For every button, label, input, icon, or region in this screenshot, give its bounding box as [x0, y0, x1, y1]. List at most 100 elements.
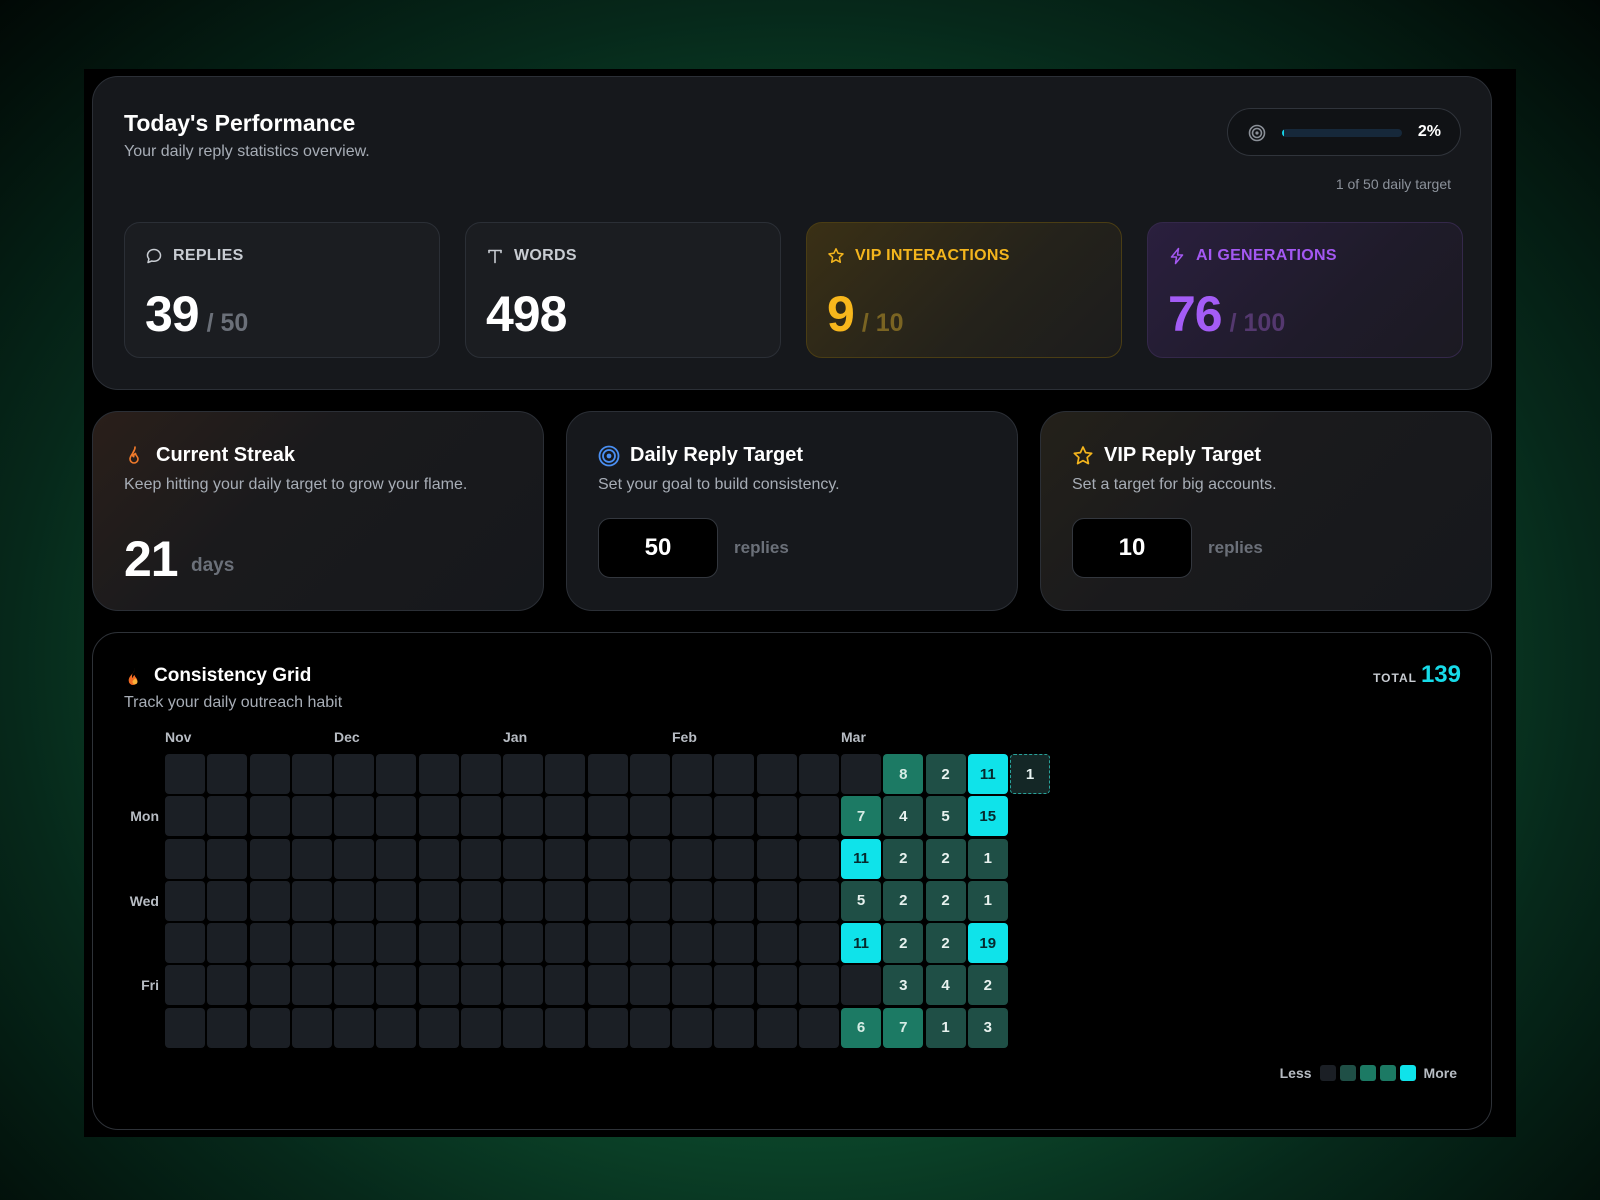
grid-day-cell[interactable] — [376, 796, 417, 837]
grid-day-cell[interactable] — [545, 923, 586, 963]
grid-day-cell[interactable] — [629, 754, 670, 794]
grid-day-cell[interactable] — [334, 1007, 374, 1048]
grid-day-cell[interactable] — [460, 1007, 501, 1048]
grid-day-cell[interactable] — [334, 880, 374, 921]
grid-day-cell[interactable] — [756, 1007, 797, 1048]
grid-day-cell[interactable]: 1 — [1010, 754, 1050, 794]
grid-day-cell[interactable] — [672, 965, 712, 1006]
grid-day-cell[interactable] — [714, 838, 755, 879]
grid-day-cell[interactable]: 11 — [841, 923, 881, 963]
grid-day-cell[interactable] — [587, 796, 628, 837]
grid-day-cell[interactable]: 2 — [883, 880, 924, 921]
grid-day-cell[interactable]: 8 — [883, 754, 924, 794]
grid-day-cell[interactable] — [587, 965, 628, 1006]
grid-day-cell[interactable] — [798, 796, 839, 837]
grid-day-cell[interactable]: 7 — [841, 796, 881, 837]
grid-day-cell[interactable] — [503, 1007, 543, 1048]
grid-day-cell[interactable] — [418, 796, 459, 837]
grid-day-cell[interactable] — [249, 880, 290, 921]
grid-day-cell[interactable] — [460, 880, 501, 921]
grid-day-cell[interactable] — [334, 838, 374, 879]
grid-day-cell[interactable] — [418, 754, 459, 794]
grid-day-cell[interactable] — [503, 796, 543, 837]
grid-day-cell[interactable]: 5 — [841, 880, 881, 921]
grid-day-cell[interactable]: 19 — [967, 923, 1008, 963]
grid-day-cell[interactable] — [249, 796, 290, 837]
grid-day-cell[interactable] — [629, 1007, 670, 1048]
grid-day-cell[interactable] — [418, 965, 459, 1006]
grid-day-cell[interactable] — [460, 923, 501, 963]
grid-day-cell[interactable] — [672, 1007, 712, 1048]
grid-day-cell[interactable] — [418, 923, 459, 963]
grid-day-cell[interactable] — [503, 880, 543, 921]
grid-day-cell[interactable]: 2 — [967, 965, 1008, 1006]
grid-day-cell[interactable] — [165, 923, 205, 963]
grid-day-cell[interactable] — [207, 796, 248, 837]
grid-day-cell[interactable] — [714, 754, 755, 794]
grid-day-cell[interactable] — [376, 923, 417, 963]
grid-day-cell[interactable] — [545, 796, 586, 837]
grid-day-cell[interactable] — [249, 923, 290, 963]
grid-day-cell[interactable] — [714, 923, 755, 963]
grid-day-cell[interactable] — [165, 965, 205, 1006]
grid-day-cell[interactable] — [291, 838, 332, 879]
grid-day-cell[interactable] — [629, 796, 670, 837]
grid-day-cell[interactable] — [587, 880, 628, 921]
grid-day-cell[interactable] — [249, 965, 290, 1006]
grid-day-cell[interactable] — [672, 754, 712, 794]
grid-day-cell[interactable]: 2 — [883, 838, 924, 879]
grid-day-cell[interactable] — [249, 838, 290, 879]
grid-day-cell[interactable] — [672, 923, 712, 963]
grid-day-cell[interactable]: 2 — [925, 754, 966, 794]
grid-day-cell[interactable] — [165, 880, 205, 921]
grid-day-cell[interactable] — [798, 965, 839, 1006]
grid-day-cell[interactable] — [798, 754, 839, 794]
grid-day-cell[interactable] — [418, 880, 459, 921]
grid-day-cell[interactable] — [798, 923, 839, 963]
grid-day-cell[interactable] — [207, 754, 248, 794]
grid-day-cell[interactable] — [207, 923, 248, 963]
grid-day-cell[interactable]: 2 — [925, 838, 966, 879]
grid-day-cell[interactable] — [165, 1007, 205, 1048]
grid-day-cell[interactable] — [672, 838, 712, 879]
grid-day-cell[interactable] — [629, 923, 670, 963]
grid-day-cell[interactable]: 3 — [967, 1007, 1008, 1048]
grid-day-cell[interactable] — [629, 880, 670, 921]
grid-day-cell[interactable]: 2 — [883, 923, 924, 963]
grid-day-cell[interactable] — [207, 880, 248, 921]
grid-day-cell[interactable]: 6 — [841, 1007, 881, 1048]
grid-day-cell[interactable] — [587, 754, 628, 794]
grid-day-cell[interactable] — [798, 1007, 839, 1048]
grid-day-cell[interactable]: 4 — [883, 796, 924, 837]
grid-day-cell[interactable]: 5 — [925, 796, 966, 837]
grid-day-cell[interactable] — [291, 880, 332, 921]
grid-day-cell[interactable] — [249, 1007, 290, 1048]
grid-day-cell[interactable] — [291, 923, 332, 963]
grid-day-cell[interactable]: 7 — [883, 1007, 924, 1048]
grid-day-cell[interactable] — [587, 1007, 628, 1048]
grid-day-cell[interactable]: 2 — [925, 923, 966, 963]
grid-day-cell[interactable] — [207, 1007, 248, 1048]
grid-day-cell[interactable] — [629, 965, 670, 1006]
grid-day-cell[interactable] — [503, 965, 543, 1006]
grid-day-cell[interactable] — [165, 754, 205, 794]
grid-day-cell[interactable] — [291, 1007, 332, 1048]
grid-day-cell[interactable] — [334, 965, 374, 1006]
grid-day-cell[interactable] — [714, 796, 755, 837]
grid-day-cell[interactable] — [756, 838, 797, 879]
grid-day-cell[interactable]: 1 — [925, 1007, 966, 1048]
grid-day-cell[interactable] — [629, 838, 670, 879]
grid-day-cell[interactable] — [714, 880, 755, 921]
grid-day-cell[interactable] — [460, 796, 501, 837]
daily-target-input[interactable] — [598, 518, 718, 578]
grid-day-cell[interactable] — [756, 923, 797, 963]
grid-day-cell[interactable]: 11 — [967, 754, 1008, 794]
grid-day-cell[interactable] — [756, 754, 797, 794]
grid-day-cell[interactable] — [545, 1007, 586, 1048]
grid-day-cell[interactable] — [756, 880, 797, 921]
grid-day-cell[interactable] — [503, 838, 543, 879]
grid-day-cell[interactable] — [418, 838, 459, 879]
grid-day-cell[interactable]: 1 — [967, 838, 1008, 879]
grid-day-cell[interactable] — [714, 1007, 755, 1048]
grid-day-cell[interactable] — [841, 754, 881, 794]
